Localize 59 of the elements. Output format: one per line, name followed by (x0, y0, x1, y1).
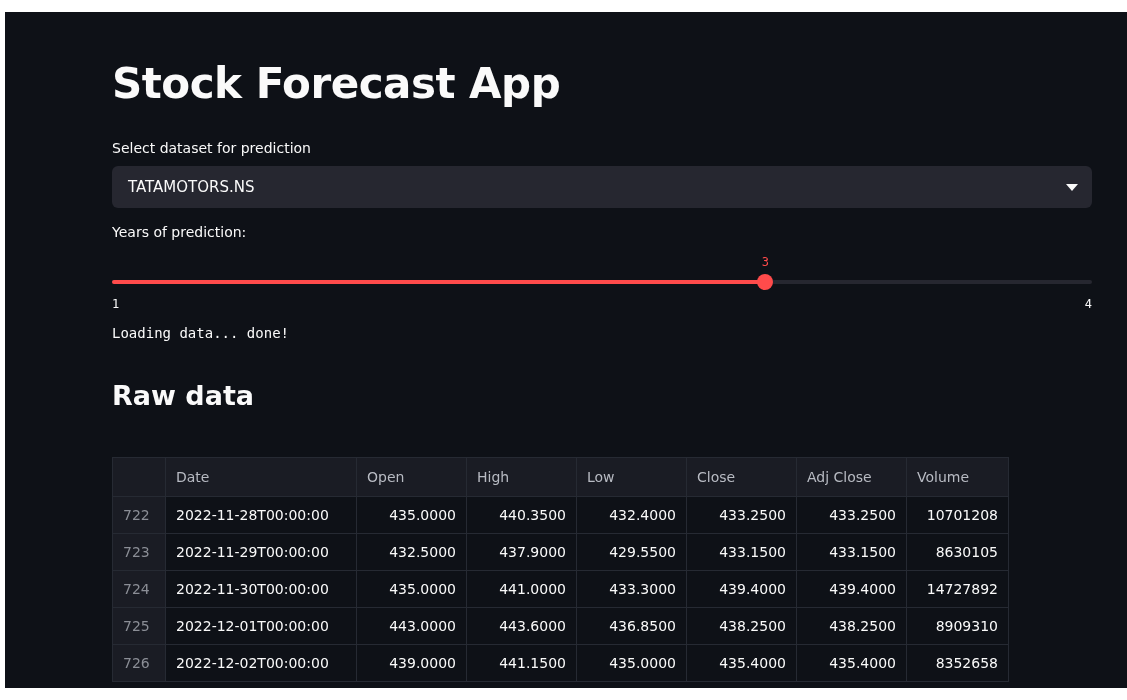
caret-icon (1066, 183, 1078, 191)
table-cell: 2022-11-30T00:00:00 (165, 570, 357, 608)
table-cell: 429.5500 (576, 533, 687, 571)
row-index: 722 (112, 496, 166, 534)
table-cell: 438.2500 (796, 607, 907, 645)
table-cell: 443.6000 (466, 607, 577, 645)
table-cell: 441.0000 (466, 570, 577, 608)
app-title: Stock Forecast App (112, 58, 561, 110)
table-cell: 440.3500 (466, 496, 577, 534)
column-header: Low (576, 457, 687, 497)
slider-thumb[interactable] (757, 274, 774, 290)
table-cell: 2022-12-01T00:00:00 (165, 607, 357, 645)
table-cell: 439.4000 (686, 570, 797, 608)
table-cell: 14727892 (906, 570, 1009, 608)
slider-min: 1 (112, 297, 120, 311)
table-cell: 2022-11-28T00:00:00 (165, 496, 357, 534)
row-index: 723 (112, 533, 166, 571)
table-cell: 436.8500 (576, 607, 687, 645)
table-cell: 432.4000 (576, 496, 687, 534)
column-header: Volume (906, 457, 1009, 497)
slider-label: Years of prediction: (112, 224, 247, 240)
column-header: Open (356, 457, 467, 497)
section-heading: Raw data (112, 380, 255, 411)
column-header: Date (165, 457, 357, 497)
column-header: High (466, 457, 577, 497)
table-cell: 433.1500 (686, 533, 797, 571)
table-cell: 439.4000 (796, 570, 907, 608)
table-cell: 432.5000 (356, 533, 467, 571)
row-index: 724 (112, 570, 166, 608)
table-cell: 435.4000 (686, 644, 797, 682)
slider-value: 3 (761, 255, 769, 269)
table-cell: 439.0000 (356, 644, 467, 682)
table-cell: 433.1500 (796, 533, 907, 571)
table-cell: 8352658 (906, 644, 1009, 682)
column-header: Close (686, 457, 797, 497)
status-text: Loading data... done! (112, 325, 289, 341)
column-header: Adj Close (796, 457, 907, 497)
table-cell: 2022-11-29T00:00:00 (165, 533, 357, 571)
table-cell: 437.9000 (466, 533, 577, 571)
table-cell: 443.0000 (356, 607, 467, 645)
table-cell: 435.0000 (356, 570, 467, 608)
select-label: Select dataset for prediction (112, 140, 311, 156)
table-cell: 10701208 (906, 496, 1009, 534)
table-cell: 435.0000 (356, 496, 467, 534)
table-cell: 435.4000 (796, 644, 907, 682)
slider-track[interactable] (112, 274, 1092, 290)
table-cell: 441.1500 (466, 644, 577, 682)
row-index: 726 (112, 644, 166, 682)
table-cell: 8630105 (906, 533, 1009, 571)
table-cell: 433.3000 (576, 570, 687, 608)
table-cell: 433.2500 (796, 496, 907, 534)
row-index: 725 (112, 607, 166, 645)
table-cell: 438.2500 (686, 607, 797, 645)
table-cell: 435.0000 (576, 644, 687, 682)
dataset-select[interactable]: TATAMOTORS.NS (112, 166, 1092, 208)
slider-max: 4 (1084, 297, 1092, 311)
table-cell: 433.2500 (686, 496, 797, 534)
table-cell: 2022-12-02T00:00:00 (165, 644, 357, 682)
table-cell: 8909310 (906, 607, 1009, 645)
